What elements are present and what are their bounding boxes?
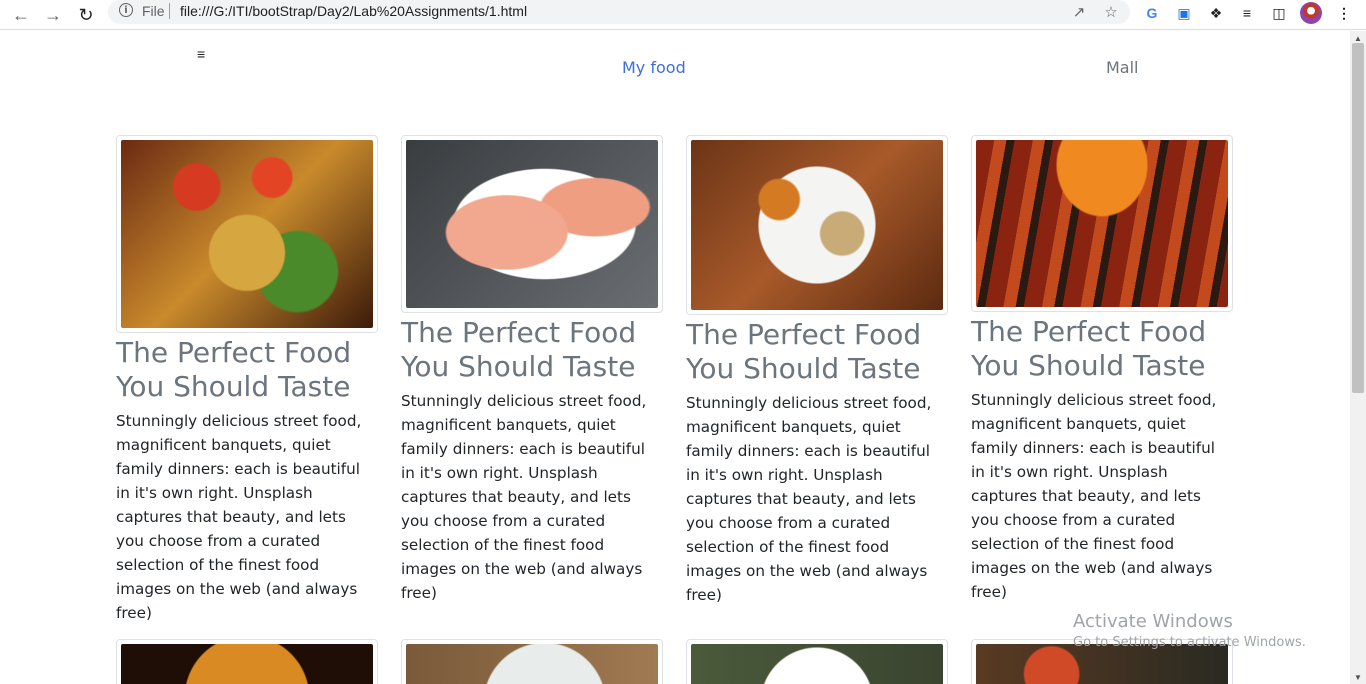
plated-dish-photo — [691, 644, 943, 684]
food-card — [116, 639, 378, 684]
card-text: Stunningly delicious street food, magnif… — [686, 394, 932, 604]
address-divider — [169, 3, 170, 19]
food-card: The Perfect Food You Should Taste Stunni… — [401, 135, 663, 605]
scroll-up-arrow-icon[interactable]: ▲ — [1354, 34, 1362, 43]
share-icon[interactable]: ↗ — [1069, 2, 1089, 22]
nav-link-my-food[interactable]: My food — [622, 58, 686, 77]
extensions-puzzle-icon[interactable]: ❖ — [1205, 2, 1227, 24]
card-title: The Perfect Food You Should Taste — [401, 316, 637, 383]
profile-avatar[interactable] — [1300, 2, 1322, 24]
card-text: Stunningly delicious street food, magnif… — [971, 391, 1217, 601]
card-image-frame — [116, 639, 378, 684]
card-image-frame — [686, 135, 948, 315]
salmon-photo — [406, 140, 658, 308]
address-bar[interactable]: i File file:///G:/ITI/bootStrap/Day2/Lab… — [108, 0, 1130, 24]
card-title: The Perfect Food You Should Taste — [686, 318, 922, 385]
browser-menu-icon[interactable]: ⋮ — [1333, 2, 1355, 24]
food-card — [686, 639, 948, 684]
table-spread-photo — [976, 644, 1228, 684]
food-card: The Perfect Food You Should Taste Stunni… — [686, 135, 948, 607]
translate-icon[interactable]: G — [1141, 2, 1163, 24]
reload-icon[interactable]: ↻ — [73, 2, 99, 28]
card-image-frame — [116, 135, 378, 333]
page-viewport: ≡ My food Mall The Perfect Food You Shou… — [0, 31, 1350, 684]
browser-toolbar: ← → ↻ i File file:///G:/ITI/bootStrap/Da… — [0, 0, 1366, 30]
hamburger-menu-icon[interactable]: ≡ — [197, 47, 211, 61]
back-arrow-icon[interactable]: ← — [8, 2, 34, 28]
food-card — [401, 639, 663, 684]
card-image-frame — [401, 135, 663, 313]
scrollbar-thumb[interactable] — [1352, 43, 1364, 393]
burger-photo — [121, 644, 373, 684]
skewers-photo — [976, 140, 1228, 307]
card-image-frame — [971, 135, 1233, 312]
media-queue-icon[interactable]: ≡ — [1236, 2, 1258, 24]
windows-activation-watermark: Activate Windows Go to Settings to activ… — [1073, 611, 1306, 650]
url-text[interactable]: file:///G:/ITI/bootStrap/Day2/Lab%20Assi… — [180, 3, 527, 19]
card-title: The Perfect Food You Should Taste — [971, 315, 1207, 382]
file-label: File — [142, 3, 165, 19]
card-title: The Perfect Food You Should Taste — [116, 336, 352, 403]
dumplings-photo — [121, 140, 373, 328]
salad-bowl-photo — [406, 644, 658, 684]
card-text: Stunningly delicious street food, magnif… — [116, 412, 362, 622]
card-image-frame — [401, 639, 663, 684]
bookmark-star-icon[interactable]: ☆ — [1101, 2, 1121, 22]
side-panel-icon[interactable]: ◫ — [1268, 2, 1290, 24]
site-info-icon[interactable]: i — [119, 3, 133, 17]
food-card: The Perfect Food You Should Taste Stunni… — [116, 135, 378, 625]
thali-plate-photo — [691, 140, 943, 310]
screen-capture-icon[interactable]: ▣ — [1173, 2, 1195, 24]
scroll-down-arrow-icon[interactable]: ▼ — [1354, 673, 1362, 682]
nav-link-mall[interactable]: Mall — [1106, 58, 1139, 77]
watermark-subtitle: Go to Settings to activate Windows. — [1073, 635, 1306, 650]
card-text: Stunningly delicious street food, magnif… — [401, 392, 647, 602]
food-card: The Perfect Food You Should Taste Stunni… — [971, 135, 1233, 604]
forward-arrow-icon[interactable]: → — [40, 2, 66, 28]
watermark-title: Activate Windows — [1073, 611, 1233, 632]
card-image-frame — [686, 639, 948, 684]
vertical-scrollbar[interactable]: ▲ ▼ — [1350, 31, 1366, 684]
